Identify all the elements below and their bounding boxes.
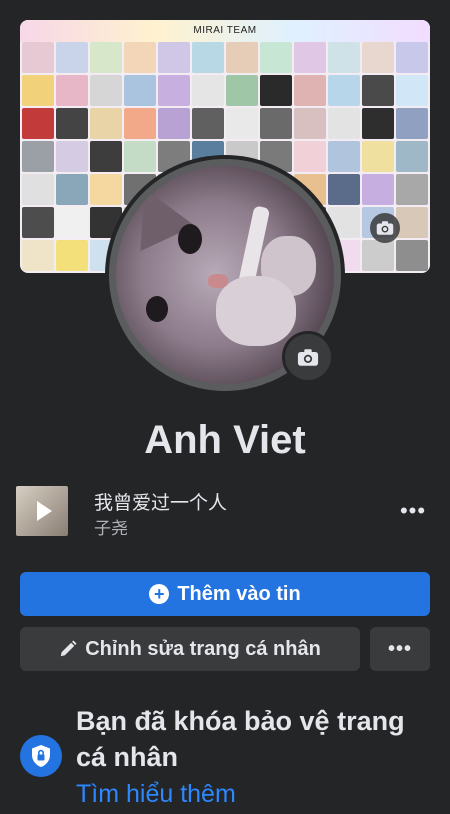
music-thumbnail[interactable] xyxy=(16,486,68,536)
cover-collage-tile xyxy=(362,42,394,73)
camera-icon xyxy=(297,348,319,366)
cover-collage-tile xyxy=(226,42,258,73)
cover-camera-button[interactable] xyxy=(370,213,400,243)
profile-page: MIRAI TEAM Anh Viet 我曾爱过一个人 子尧 ••• + Thê… xyxy=(0,0,450,814)
cover-collage-tile xyxy=(328,174,360,205)
cover-collage-tile xyxy=(260,108,292,139)
cover-collage-tile xyxy=(396,75,428,106)
profile-lock-title: Bạn đã khóa bảo vệ trang cá nhân xyxy=(76,706,405,772)
cover-collage-tile xyxy=(294,75,326,106)
cover-collage-tile xyxy=(396,42,428,73)
cover-collage-tile xyxy=(56,240,88,271)
cover-collage-tile xyxy=(294,141,326,172)
profile-music[interactable]: 我曾爱过一个人 子尧 ••• xyxy=(16,486,434,538)
cover-collage-tile xyxy=(396,141,428,172)
cover-collage-tile xyxy=(328,75,360,106)
play-icon xyxy=(36,501,52,521)
cover-collage-tile xyxy=(362,240,394,271)
cat-eye xyxy=(178,224,202,254)
cover-collage-tile xyxy=(22,240,54,271)
add-to-story-button[interactable]: + Thêm vào tin xyxy=(20,572,430,616)
cover-collage-tile xyxy=(260,42,292,73)
cover-collage-tile xyxy=(192,108,224,139)
profile-lock-icon xyxy=(20,735,62,777)
cover-collage-tile xyxy=(192,42,224,73)
shield-icon xyxy=(32,745,50,767)
cover-collage-tile xyxy=(22,75,54,106)
cover-collage-tile xyxy=(22,141,54,172)
learn-more-link[interactable]: Tìm hiểu thêm xyxy=(76,778,236,810)
cover-collage-tile xyxy=(362,108,394,139)
cover-collage-tile xyxy=(294,108,326,139)
cover-collage-tile xyxy=(22,207,54,238)
cover-collage-tile xyxy=(328,42,360,73)
music-more-button[interactable]: ••• xyxy=(398,496,428,526)
cover-collage-tile xyxy=(56,108,88,139)
cover-collage-tile xyxy=(22,108,54,139)
cover-collage-tile xyxy=(56,42,88,73)
cover-collage-tile xyxy=(396,108,428,139)
profile-picture-camera-button[interactable] xyxy=(282,331,334,383)
cover-title: MIRAI TEAM xyxy=(20,20,430,42)
cover-collage-tile xyxy=(90,75,122,106)
plus-circle-icon: + xyxy=(149,584,170,604)
cover-collage-tile xyxy=(56,207,88,238)
cover-collage-tile xyxy=(362,141,394,172)
pencil-icon xyxy=(60,640,77,657)
more-options-button[interactable]: ••• xyxy=(370,627,430,671)
cat-eye xyxy=(146,296,168,322)
cover-collage-tile xyxy=(396,174,428,205)
camera-icon xyxy=(376,221,394,235)
cover-collage-tile xyxy=(124,141,156,172)
music-artist: 子尧 xyxy=(94,519,128,538)
cover-collage-tile xyxy=(124,108,156,139)
edit-profile-label: Chỉnh sửa trang cá nhân xyxy=(85,637,321,660)
cover-collage-tile xyxy=(56,75,88,106)
music-title: 我曾爱过一个人 xyxy=(94,493,228,514)
cover-collage-tile xyxy=(260,75,292,106)
cover-collage-tile xyxy=(158,108,190,139)
add-to-story-label: Thêm vào tin xyxy=(177,582,301,605)
cover-collage-tile xyxy=(328,108,360,139)
cover-collage-tile xyxy=(362,174,394,205)
cover-collage-tile xyxy=(396,207,428,238)
cover-collage-tile xyxy=(362,75,394,106)
cover-collage-tile xyxy=(192,75,224,106)
cover-collage-tile xyxy=(90,108,122,139)
cover-collage-tile xyxy=(56,141,88,172)
cover-collage-tile xyxy=(226,108,258,139)
cover-collage-tile xyxy=(158,75,190,106)
cover-collage-tile xyxy=(124,75,156,106)
cover-collage-tile xyxy=(56,174,88,205)
profile-name: Anh Viet xyxy=(144,418,306,462)
cat-paw xyxy=(216,276,296,346)
cover-collage-tile xyxy=(90,42,122,73)
cover-collage-tile xyxy=(124,42,156,73)
cover-collage-tile xyxy=(226,75,258,106)
cover-collage-tile xyxy=(90,141,122,172)
cover-collage-tile xyxy=(22,42,54,73)
cover-collage-tile xyxy=(158,42,190,73)
cover-collage-tile xyxy=(22,174,54,205)
cover-collage-tile xyxy=(328,141,360,172)
cover-collage-tile xyxy=(294,42,326,73)
edit-profile-button[interactable]: Chỉnh sửa trang cá nhân xyxy=(20,627,360,671)
cat-nose xyxy=(208,274,228,288)
cover-collage-tile xyxy=(396,240,428,271)
